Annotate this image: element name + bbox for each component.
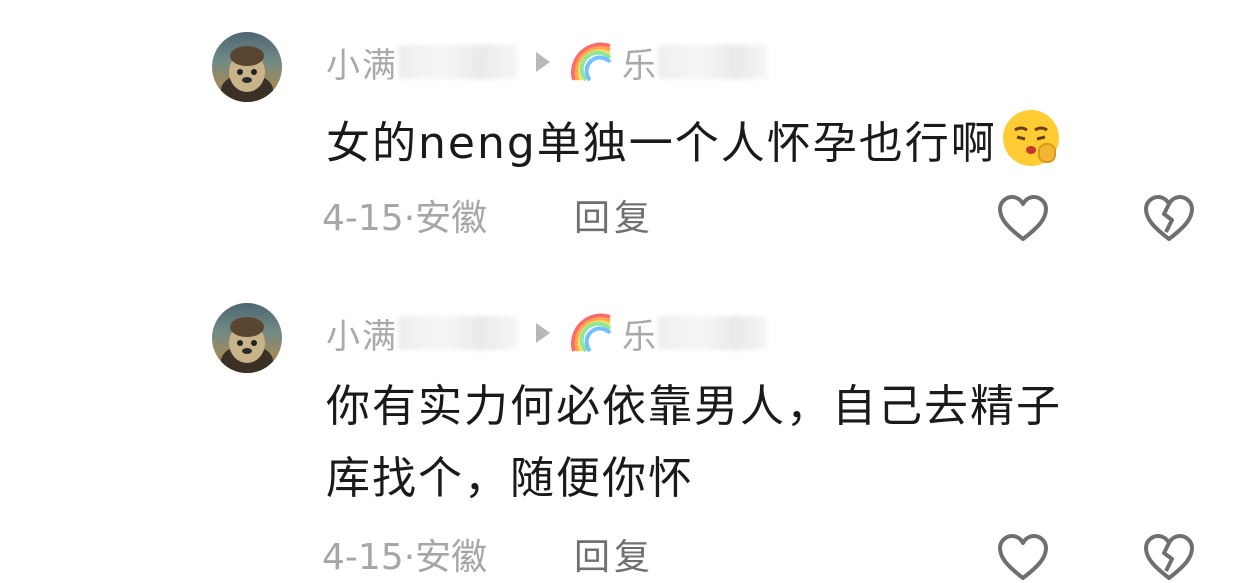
username[interactable]: 小满 (326, 38, 398, 87)
rainbow-icon (571, 313, 612, 353)
broken-heart-icon[interactable] (1142, 533, 1196, 583)
comment-text: 女的neng单独一个人怀孕也行啊 (326, 104, 1065, 175)
reply-to-username[interactable]: 乐 (622, 38, 658, 87)
reply-button[interactable]: 回复 (574, 194, 654, 244)
broken-heart-icon[interactable] (1142, 194, 1196, 244)
avatar[interactable] (212, 303, 282, 373)
reply-arrow-icon (536, 323, 550, 343)
reply-to-blur (658, 45, 768, 79)
username-blur (398, 45, 518, 79)
username[interactable]: 小满 (326, 309, 398, 358)
avatar[interactable] (212, 32, 282, 102)
reply-to-blur (658, 316, 768, 350)
rainbow-icon (571, 42, 612, 82)
heart-outline-icon[interactable] (996, 194, 1050, 244)
date-location: 4-15·安徽 (322, 198, 488, 239)
comment-text-line-1: 你有实力何必依靠男人，自己去精子 (326, 381, 1062, 432)
comment-header: 小满 乐 (326, 38, 768, 87)
comment-text-line-2: 库找个，随便你怀 (326, 453, 694, 504)
username-blur (398, 316, 518, 350)
reply-button[interactable]: 回复 (574, 533, 654, 583)
reply-to-username[interactable]: 乐 (622, 309, 658, 358)
shushing-face-emoji-icon (1002, 110, 1059, 166)
reply-arrow-icon (536, 52, 550, 72)
comment-header: 小满 乐 (326, 309, 768, 358)
comment-text-content: 女的neng单独一个人怀孕也行啊 (326, 118, 997, 169)
heart-outline-icon[interactable] (996, 533, 1050, 583)
date-location: 4-15·安徽 (322, 537, 488, 578)
